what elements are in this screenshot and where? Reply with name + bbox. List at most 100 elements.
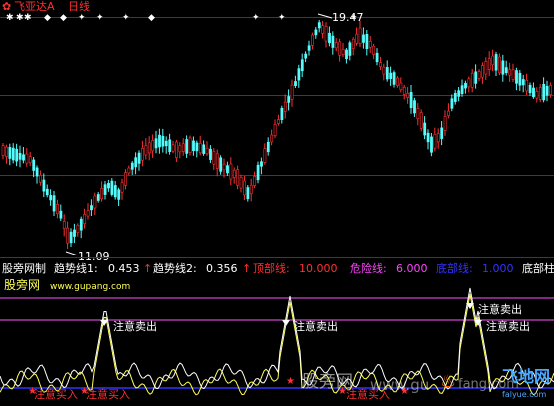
- bottom-line-value: 1.000: [482, 262, 514, 275]
- candle: [236, 169, 240, 186]
- candle: [528, 84, 532, 94]
- candle: [470, 72, 474, 88]
- signal-marker: ◆: [60, 13, 67, 23]
- candle: [239, 177, 243, 189]
- trend-line-1-label: 趋势线1:: [54, 262, 98, 275]
- candle: [52, 195, 56, 212]
- candle: [243, 180, 246, 196]
- candle: [423, 122, 427, 136]
- candle: [103, 184, 107, 195]
- buy-signal-label-1: 注意买入: [34, 388, 78, 401]
- candle: [419, 112, 423, 129]
- signal-marker: ◆: [148, 13, 155, 23]
- signal-marker: ✦: [122, 13, 130, 23]
- candle: [76, 225, 80, 233]
- candle: [96, 194, 100, 201]
- candle: [538, 87, 542, 100]
- candle: [120, 182, 124, 193]
- candle: [362, 34, 365, 43]
- candle: [351, 38, 355, 49]
- candle: [22, 154, 25, 161]
- trend-line-2-label: 趋势线2:: [153, 262, 197, 275]
- candle: [433, 133, 437, 149]
- candle: [164, 140, 168, 147]
- candle: [205, 147, 209, 155]
- logo-text: 飞地网: [502, 367, 551, 386]
- candle: [300, 59, 304, 72]
- candle: [107, 183, 110, 189]
- low-pointer: [65, 251, 77, 255]
- candle: [90, 205, 93, 211]
- bottom-bar-label: 底部柱: [522, 262, 554, 275]
- candle: [457, 90, 461, 97]
- candle: [368, 41, 372, 48]
- candle: [406, 92, 410, 98]
- candle: [256, 164, 260, 181]
- candle: [161, 135, 165, 147]
- watermark-url: www.gu: [370, 376, 430, 394]
- candle: [515, 70, 518, 84]
- price-chart[interactable]: ✱ ✱ ✱ ◆ ◆ ✦ ✦ ✦ ◆ ✦ ✦ ✦: [0, 0, 554, 255]
- candle: [28, 156, 32, 164]
- candle: [549, 85, 552, 95]
- candle: [110, 180, 114, 195]
- candle: [130, 162, 134, 170]
- candle: [443, 116, 447, 131]
- candle: [498, 56, 501, 74]
- signal-marker: ◆: [44, 13, 51, 23]
- candle: [491, 55, 495, 66]
- candle: [229, 163, 233, 180]
- candle: [45, 188, 49, 196]
- candle: [324, 26, 328, 42]
- candle: [345, 49, 348, 60]
- candle: [5, 146, 8, 157]
- candle: [270, 134, 274, 143]
- sell-signal-label-2: 注意卖出: [294, 320, 338, 333]
- candle: [59, 210, 63, 219]
- candle: [382, 66, 386, 75]
- candle: [79, 218, 83, 231]
- buy-signal-label-2: 注意买入: [86, 388, 130, 401]
- top-line-label: 顶部线:: [253, 262, 290, 275]
- candle: [219, 157, 223, 172]
- candle: [474, 71, 478, 84]
- signal-marker: ✱: [6, 13, 14, 23]
- candle: [154, 138, 158, 149]
- candle: [311, 34, 314, 46]
- candle: [215, 153, 219, 169]
- chart-window: ✿ 飞亚达A 日线 ✱ ✱ ✱ ◆ ◆ ✦ ✦ ✦ ◆ ✦ ✦ ✦ 19.47 11.09 股旁网制 …: [0, 0, 554, 406]
- candle: [25, 153, 29, 164]
- candle: [460, 85, 464, 94]
- bottom-line-label: 底部线:: [436, 262, 473, 275]
- candle: [453, 92, 457, 102]
- logo-subtext: falyue.com: [502, 390, 547, 399]
- candle: [246, 187, 250, 200]
- watermark-text: 股旁网: [302, 372, 353, 392]
- candle: [147, 142, 151, 154]
- candle: [212, 151, 216, 165]
- candle: [73, 229, 76, 237]
- candle: [375, 52, 379, 63]
- candle: [124, 172, 127, 186]
- sell-signal-label-1: 注意卖出: [113, 320, 157, 333]
- candle: [409, 92, 413, 108]
- candle: [188, 137, 192, 153]
- candle: [11, 147, 15, 161]
- candle: [379, 62, 382, 67]
- candle: [525, 79, 529, 92]
- candle: [15, 148, 19, 162]
- candle: [141, 147, 144, 161]
- candle: [32, 159, 36, 171]
- candle: [304, 53, 308, 59]
- candle: [277, 119, 280, 124]
- candle: [348, 42, 352, 56]
- candle: [42, 179, 46, 192]
- candle: [202, 144, 206, 154]
- candle: [113, 185, 117, 198]
- candle: [328, 32, 331, 44]
- candle: [413, 100, 416, 114]
- trend-line-1-value: 0.453: [108, 262, 140, 275]
- candle: [192, 140, 195, 152]
- candle: [521, 79, 525, 86]
- candle: [49, 195, 53, 201]
